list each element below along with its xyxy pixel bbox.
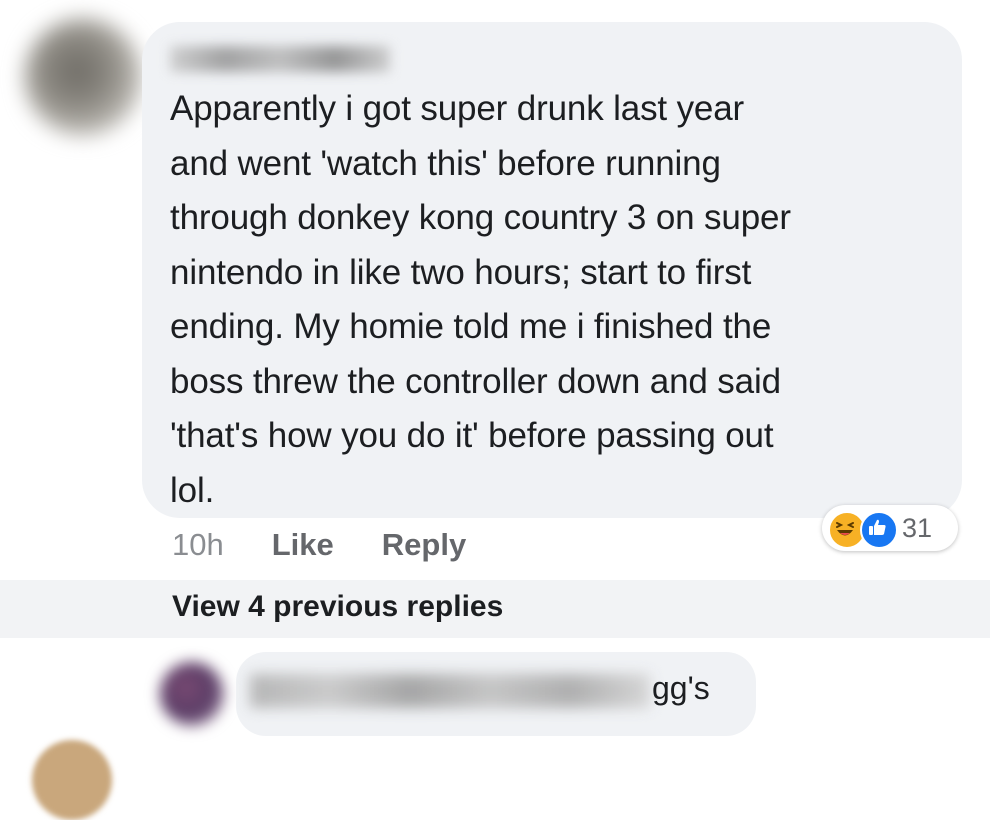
commenter-avatar[interactable]	[24, 18, 142, 136]
like-button[interactable]: Like	[272, 527, 334, 563]
reply-text: gg's	[652, 670, 710, 706]
reply-button[interactable]: Reply	[382, 527, 466, 563]
reply-text-redacted	[250, 674, 650, 708]
next-comment-avatar[interactable]	[32, 740, 112, 820]
comment-timestamp[interactable]: 10h	[172, 527, 224, 563]
reactions-summary[interactable]: 31	[822, 505, 958, 551]
comment-actions: 10h Like Reply	[172, 522, 466, 568]
comment-text: Apparently i got super drunk last year a…	[170, 89, 791, 510]
reply-avatar[interactable]	[160, 662, 224, 726]
reaction-count: 31	[902, 513, 933, 543]
like-icon	[860, 511, 898, 549]
commenter-name-redacted[interactable]	[170, 46, 390, 72]
view-previous-replies-link[interactable]: View 4 previous replies	[172, 590, 503, 624]
